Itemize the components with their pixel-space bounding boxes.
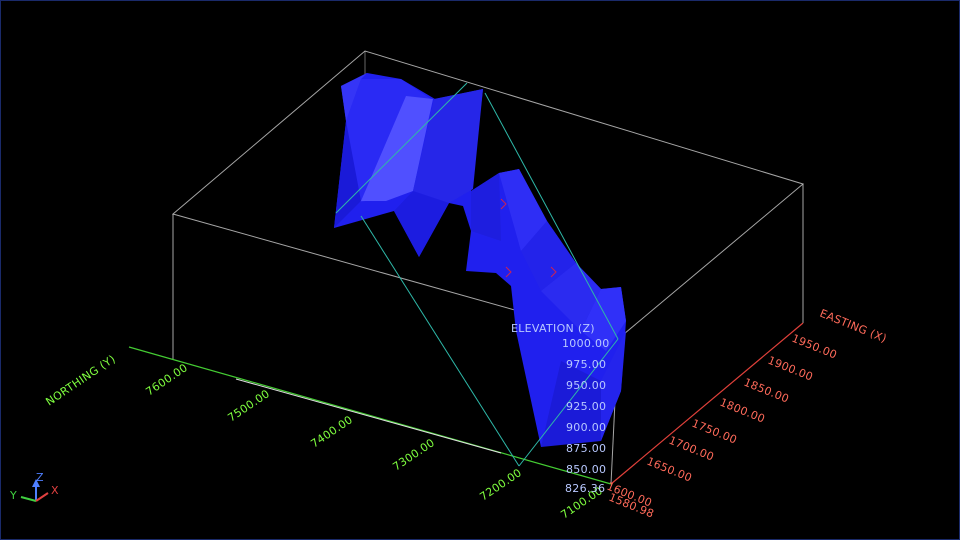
elevation-tick-label: 850.00 [566,463,606,476]
elevation-tick-label: 975.00 [566,358,606,371]
easting-tick-labels: 1580.981600.001650.001700.001750.001800.… [605,332,839,521]
triad-x-label: X [51,484,59,497]
3d-viewport[interactable]: 7600.00 7500.00 7400.00 7300.00 7200.00 7100.… [0,0,960,540]
northing-axis-title: NORTHING (Y) [43,352,118,408]
easting-tick-label: 1750.00 [690,417,739,447]
easting-tick-label: 1650.00 [645,455,694,485]
scene-svg[interactable]: 7600.007500.007400.007300.007200.00 7100.… [1,1,959,539]
northing-axis-white-segment [235,378,502,454]
easting-tick-label: 1800.00 [718,396,767,426]
triad-y-label: Y [9,489,17,502]
elevation-tick-label: 826.36 [565,482,605,495]
easting-tick-label: 1900.00 [766,354,815,384]
northing-tick-label: 7500.00 [225,387,272,424]
easting-tick-label: 1700.00 [667,434,716,464]
triad-z-label: Z [36,471,44,484]
easting-tick-label: 1950.00 [790,332,839,362]
elevation-tick-label: 1000.00 [562,337,610,350]
northing-tick-label: 7600.00 [143,361,190,398]
elevation-axis-title: ELEVATION (Z) [511,322,595,335]
elevation-tick-label: 925.00 [566,400,606,413]
triad-y-axis [20,496,37,502]
elevation-tick-label: 875.00 [566,442,606,455]
orientation-triad[interactable]: Z Y X [9,471,59,502]
easting-axis-title: EASTING (X) [818,307,889,346]
northing-tick-label: 7200.00 [477,466,524,503]
northing-tick-label: 7300.00 [390,436,437,473]
elevation-tick-label: 900.00 [566,421,606,434]
easting-tick-label: 1850.00 [742,376,791,406]
triad-x-axis [35,492,49,502]
elevation-tick-label: 950.00 [566,379,606,392]
northing-tick-label: 7400.00 [308,413,355,450]
